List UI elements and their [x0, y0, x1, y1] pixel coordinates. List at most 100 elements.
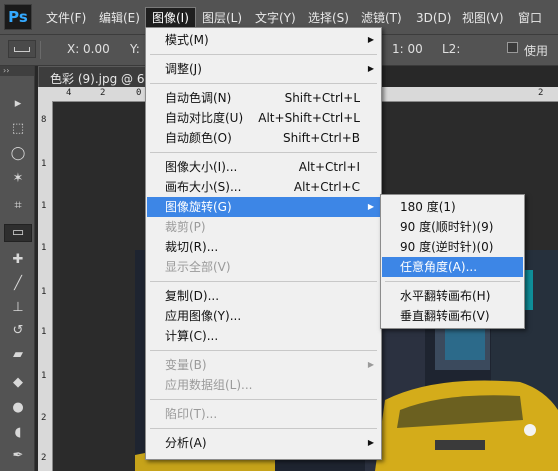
menu-item-label: 计算(C)...	[165, 329, 219, 343]
menu-item-label: 显示全部(V)	[165, 260, 231, 274]
menu-item-label: 陷印(T)...	[165, 407, 218, 421]
ruler-preset-icon[interactable]	[8, 40, 36, 58]
image-menu-item: 应用数据组(L)...	[147, 375, 380, 395]
vertical-ruler: 8 1 1 1 1 1 1 2 2	[38, 101, 53, 471]
image-menu-item[interactable]: 图像大小(I)... Alt+Ctrl+I	[147, 157, 380, 177]
menu-separator	[150, 428, 377, 429]
marquee-tool-icon[interactable]: ⬚	[9, 121, 27, 137]
menu-image[interactable]: 图像(I)	[145, 7, 196, 29]
menu-separator	[150, 83, 377, 84]
menu-item-label: 应用图像(Y)...	[165, 309, 242, 323]
use-checkbox[interactable]	[507, 42, 518, 53]
menu-item-shortcut: Shift+Ctrl+B	[283, 131, 360, 145]
rotation-submenu-item[interactable]: 90 度(顺时针)(9)	[382, 217, 523, 237]
lasso-tool-icon[interactable]: ◯	[9, 146, 27, 162]
rotation-submenu-item[interactable]: 180 度(1)	[382, 197, 523, 217]
image-menu-item[interactable]: 裁切(R)...	[147, 237, 380, 257]
ruler-h-number: 2	[100, 88, 106, 98]
ruler-v-number: 8	[41, 115, 47, 125]
rotation-submenu-item[interactable]: 水平翻转画布(H)	[382, 286, 523, 306]
image-menu-item[interactable]: 自动对比度(U) Alt+Shift+Ctrl+L	[147, 108, 380, 128]
menu-item-label: 裁剪(P)	[165, 220, 206, 234]
image-menu-item: 显示全部(V)	[147, 257, 380, 277]
document-tab-label: 色彩 (9).jpg @ 66.	[50, 72, 156, 86]
rotation-submenu-item[interactable]: 90 度(逆时针)(0)	[382, 237, 523, 257]
menu-item-label: 图像旋转(G)	[165, 200, 232, 214]
menu-item-label: 画布大小(S)...	[165, 180, 242, 194]
image-menu-item[interactable]: 分析(A) ▶	[147, 433, 380, 453]
use-label: 使用	[524, 44, 549, 58]
image-menu-item[interactable]: 调整(J) ▶	[147, 59, 380, 79]
ruler-v-number: 1	[41, 201, 47, 211]
magic-wand-tool-icon[interactable]: ✶	[9, 171, 27, 187]
menu-select[interactable]: 选择(S)	[302, 9, 355, 27]
submenu-arrow-icon: ▶	[367, 360, 374, 369]
menu-3d[interactable]: 3D(D)	[410, 9, 457, 27]
menu-item-label: 复制(D)...	[165, 289, 220, 303]
submenu-arrow-icon: ▶	[367, 202, 374, 211]
menu-item-label: 180 度(1)	[400, 200, 456, 214]
menu-item-label: 垂直翻转画布(V)	[400, 309, 490, 323]
crop-tool-icon[interactable]: ⌗	[9, 198, 27, 214]
ruler-v-number: 1	[41, 243, 47, 253]
image-rotation-submenu: 180 度(1) 90 度(顺时针)(9) 90 度(逆时针)(0) 任意角度(A).…	[380, 194, 525, 329]
menu-item-label: 自动色调(N)	[165, 91, 232, 105]
image-menu-item[interactable]: 计算(C)...	[147, 326, 380, 346]
menu-separator	[150, 54, 377, 55]
paint-bucket-tool-icon[interactable]: ◆	[9, 375, 27, 391]
menu-item-shortcut: Alt+Ctrl+C	[293, 180, 360, 194]
clone-stamp-tool-icon[interactable]: ⊥	[9, 300, 27, 316]
image-menu-item[interactable]: 自动颜色(O) Shift+Ctrl+B	[147, 128, 380, 148]
ruler-v-number: 2	[41, 453, 47, 463]
x-label: X:	[67, 42, 80, 56]
submenu-arrow-icon: ▶	[367, 438, 374, 447]
ruler-v-number: 1	[41, 287, 47, 297]
pen-tool-icon[interactable]: ✒	[9, 448, 27, 464]
menu-view[interactable]: 视图(V)	[456, 9, 510, 27]
menu-layer[interactable]: 图层(L)	[196, 9, 248, 27]
healing-brush-tool-icon[interactable]: ✚	[9, 252, 27, 268]
move-tool-icon[interactable]: ▸	[9, 96, 27, 112]
menu-item-shortcut: Shift+Ctrl+L	[284, 91, 360, 105]
submenu-arrow-icon: ▶	[367, 64, 374, 73]
menu-item-shortcut: Alt+Shift+Ctrl+L	[258, 111, 360, 125]
menu-separator	[385, 281, 520, 282]
menu-item-label: 分析(A)	[165, 436, 207, 450]
ruler-h-number: 4	[66, 88, 72, 98]
history-brush-tool-icon[interactable]: ↺	[9, 323, 27, 339]
menu-item-label: 自动对比度(U)	[165, 111, 244, 125]
image-menu-item[interactable]: 画布大小(S)... Alt+Ctrl+C	[147, 177, 380, 197]
image-menu-item[interactable]: 复制(D)...	[147, 286, 380, 306]
menu-edit[interactable]: 编辑(E)	[93, 9, 146, 27]
rotation-submenu-item[interactable]: 垂直翻转画布(V)	[382, 306, 523, 326]
image-menu-item[interactable]: 模式(M) ▶	[147, 30, 380, 50]
menu-separator	[150, 399, 377, 400]
image-menu-item[interactable]: 自动色调(N) Shift+Ctrl+L	[147, 88, 380, 108]
ruler-h-number: 2	[538, 88, 544, 98]
ruler-tool-icon[interactable]: ▭	[4, 224, 32, 242]
y-label: Y:	[130, 42, 140, 56]
ruler-v-number: 1	[41, 159, 47, 169]
blur-tool-icon[interactable]: ●	[9, 400, 27, 416]
brush-tool-icon[interactable]: ╱	[9, 276, 27, 292]
menu-separator	[150, 350, 377, 351]
menu-item-label: 模式(M)	[165, 33, 209, 47]
menu-item-label: 自动颜色(O)	[165, 131, 232, 145]
image-menu-dropdown: 模式(M) ▶ 调整(J) ▶ 自动色调(N) Shift+Ctrl+L 自动对比度(U) A…	[145, 27, 382, 460]
menu-item-label: 90 度(逆时针)(0)	[400, 240, 494, 254]
image-menu-item[interactable]: 应用图像(Y)...	[147, 306, 380, 326]
submenu-arrow-icon: ▶	[367, 35, 374, 44]
menu-type[interactable]: 文字(Y)	[249, 9, 302, 27]
menu-file[interactable]: 文件(F)	[40, 9, 92, 27]
menu-separator	[150, 281, 377, 282]
menu-item-label: 水平翻转画布(H)	[400, 289, 491, 303]
dodge-tool-icon[interactable]: ◖	[9, 425, 27, 441]
menu-window[interactable]: 窗口	[512, 9, 548, 27]
menu-item-label: 90 度(顺时针)(9)	[400, 220, 494, 234]
rotation-submenu-item[interactable]: 任意角度(A)...	[382, 257, 523, 277]
tools-collapse-handle[interactable]: ››	[0, 66, 34, 76]
options-separator	[40, 41, 41, 59]
menu-filter[interactable]: 滤镜(T)	[355, 9, 408, 27]
eraser-tool-icon[interactable]: ▰	[9, 347, 27, 363]
image-menu-item[interactable]: 图像旋转(G) ▶	[147, 197, 380, 217]
